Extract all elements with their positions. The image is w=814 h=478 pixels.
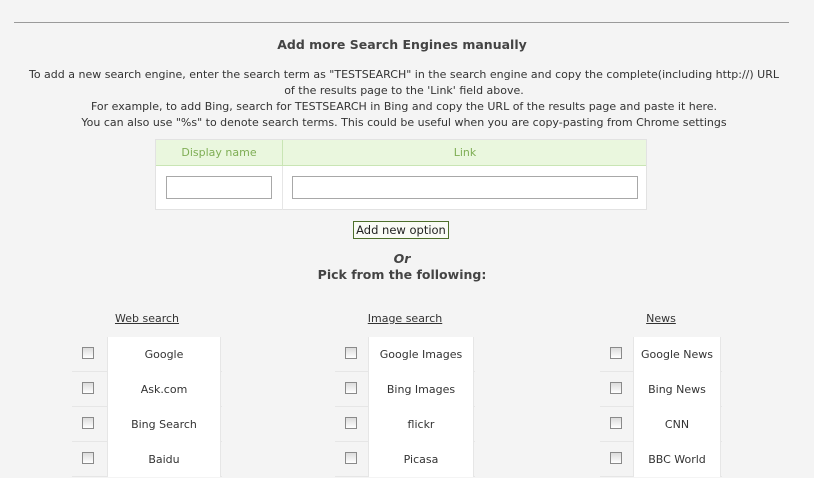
list-item: Bing Search (72, 407, 222, 442)
checkbox[interactable] (345, 382, 357, 394)
item-label: flickr (368, 407, 474, 442)
image-search-link[interactable]: Image search (358, 312, 452, 325)
list-item: Bing Images (335, 372, 475, 407)
checkbox[interactable] (82, 382, 94, 394)
pick-label: Pick from the following: (317, 267, 487, 282)
item-label: BBC World (633, 442, 721, 477)
list-item: Google (72, 337, 222, 372)
checkbox[interactable] (610, 452, 622, 464)
display-name-header: Display name (156, 140, 283, 165)
checkbox[interactable] (82, 417, 94, 429)
or-label: Or (393, 251, 411, 266)
checkbox[interactable] (82, 452, 94, 464)
list-item: Google News (600, 337, 722, 372)
item-label: CNN (633, 407, 721, 442)
list-item: Google Images (335, 337, 475, 372)
list-item: Baidu (72, 442, 222, 477)
web-search-link[interactable]: Web search (106, 312, 188, 325)
checkbox[interactable] (345, 417, 357, 429)
checkbox[interactable] (610, 382, 622, 394)
instruction-line: of the results page to the 'Link' field … (284, 84, 524, 97)
section-heading: Add more Search Engines manually (277, 37, 527, 52)
column-divider (282, 166, 283, 210)
item-label: Bing Search (107, 407, 221, 442)
item-label: Google News (633, 337, 721, 372)
top-divider (14, 22, 789, 23)
list-item: CNN (600, 407, 722, 442)
instructions: To add a new search engine, enter the se… (14, 67, 794, 131)
list-item: Bing News (600, 372, 722, 407)
checkbox[interactable] (610, 417, 622, 429)
item-label: Google (107, 337, 221, 372)
table-header: Display name Link (156, 140, 646, 166)
display-name-input[interactable] (166, 176, 272, 199)
link-input[interactable] (292, 176, 638, 199)
link-header: Link (453, 146, 477, 159)
list-item: flickr (335, 407, 475, 442)
list-item: Ask.com (72, 372, 222, 407)
checkbox[interactable] (82, 347, 94, 359)
checkbox[interactable] (345, 452, 357, 464)
item-label: Baidu (107, 442, 221, 477)
instruction-line: You can also use "%s" to denote search t… (81, 116, 727, 129)
list-item: Picasa (335, 442, 475, 477)
item-label: Ask.com (107, 372, 221, 407)
item-label: Bing News (633, 372, 721, 407)
add-new-option-button[interactable]: Add new option (353, 221, 449, 239)
item-label: Google Images (368, 337, 474, 372)
checkbox[interactable] (345, 347, 357, 359)
item-label: Bing Images (368, 372, 474, 407)
checkbox[interactable] (610, 347, 622, 359)
list-item: BBC World (600, 442, 722, 477)
item-label: Picasa (368, 442, 474, 477)
instruction-line: For example, to add Bing, search for TES… (90, 100, 718, 113)
instruction-line: To add a new search engine, enter the se… (28, 68, 779, 81)
news-link[interactable]: News (636, 312, 686, 325)
manual-engine-table: Display name Link (155, 139, 647, 210)
